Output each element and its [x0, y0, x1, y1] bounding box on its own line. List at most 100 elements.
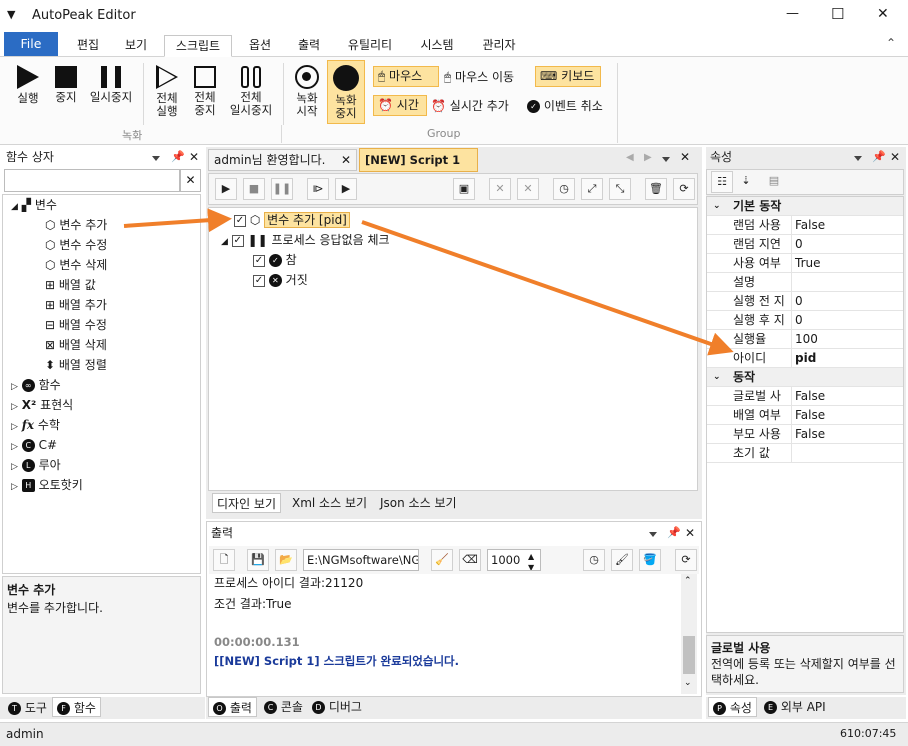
output-clock-button[interactable]: ◷: [583, 549, 605, 571]
editor-remove-button[interactable]: ✕: [489, 178, 511, 200]
panel-close-icon[interactable]: ✕: [685, 523, 695, 543]
node-checkbox[interactable]: ✓: [253, 254, 265, 267]
property-value[interactable]: 100: [791, 330, 903, 349]
script-node-true[interactable]: ✓ ✓ 참: [253, 250, 297, 270]
category-action[interactable]: ⌄ 동작: [707, 368, 903, 387]
tree-node-math[interactable]: ▷ fx 수학: [11, 415, 60, 435]
tree-node-autohotkey[interactable]: ▷ H 오토핫키: [11, 475, 83, 495]
time-toggle-button[interactable]: ⏰ 시간: [373, 95, 427, 116]
mouse-toggle-button[interactable]: 🖱 마우스: [373, 66, 439, 87]
tab-console[interactable]: C 콘솔: [260, 697, 307, 717]
output-limit-stepper[interactable]: 1000 ▲ ▼: [487, 549, 541, 571]
property-row[interactable]: 실행 전 지 0: [707, 292, 903, 311]
tree-item-array-delete[interactable]: ⊠ 배열 삭제: [45, 335, 107, 355]
tree-item-array-add[interactable]: ⊞ 배열 추가: [45, 295, 107, 315]
property-value[interactable]: 0: [791, 235, 903, 254]
output-scrollbar[interactable]: ⌃ ⌄: [681, 574, 697, 694]
doc-tab-script1[interactable]: [NEW] Script 1: [359, 148, 478, 172]
editor-collapse-button[interactable]: ⤡: [609, 178, 631, 200]
tab-xml-view[interactable]: Xml 소스 보기: [288, 493, 371, 513]
node-checkbox[interactable]: ✓: [234, 214, 246, 227]
scroll-right-icon[interactable]: ▶: [644, 152, 652, 163]
property-row[interactable]: 아이디 pid: [707, 349, 903, 368]
mouse-move-button[interactable]: 🖱 마우스 이동: [444, 68, 514, 87]
property-value[interactable]: False: [791, 425, 903, 444]
event-cancel-button[interactable]: ✓ 이벤트 취소: [527, 97, 603, 116]
script-node-false[interactable]: ✓ ✕ 거짓: [253, 270, 308, 290]
tree-item-array-value[interactable]: ⊞ 배열 값: [45, 275, 96, 295]
editor-expand-button[interactable]: ⤢: [581, 178, 603, 200]
editor-run-from-button[interactable]: ▶: [335, 178, 357, 200]
property-row[interactable]: 실행 후 지 0: [707, 311, 903, 330]
tree-node-variable[interactable]: ◢ ▞ 변수: [11, 195, 57, 215]
script-node-var-add[interactable]: ✓ ⬡ 변수 추가 [pid]: [234, 210, 350, 230]
search-clear-button[interactable]: ✕: [180, 169, 201, 192]
editor-clear-button[interactable]: ✕: [517, 178, 539, 200]
collapse-ribbon-icon[interactable]: ⌃: [886, 36, 896, 50]
property-row[interactable]: 실행율 100: [707, 330, 903, 349]
record-stop-button[interactable]: 녹화 중지: [327, 60, 365, 124]
dropdown-icon[interactable]: [152, 147, 160, 167]
pause-button[interactable]: 일시중지: [84, 65, 138, 104]
property-value[interactable]: True: [791, 254, 903, 273]
dropdown-icon[interactable]: [854, 147, 862, 167]
doc-list-icon[interactable]: [662, 151, 670, 165]
tab-script[interactable]: 스크립트: [164, 35, 232, 57]
tab-output[interactable]: 출력: [287, 35, 331, 57]
property-value[interactable]: False: [791, 406, 903, 425]
property-row[interactable]: 랜덤 사용 False: [707, 216, 903, 235]
system-menu-icon[interactable]: ▼: [7, 8, 15, 21]
tab-view[interactable]: 보기: [114, 35, 158, 57]
panel-close-icon[interactable]: ✕: [189, 147, 199, 167]
node-checkbox[interactable]: ✓: [231, 234, 244, 247]
scroll-thumb[interactable]: [683, 636, 695, 674]
output-erase-button[interactable]: ⌫: [459, 549, 481, 571]
scroll-up-icon[interactable]: ⌃: [684, 576, 692, 586]
tab-close-icon[interactable]: ✕: [341, 150, 351, 170]
tree-item-var-edit[interactable]: ⬡ 변수 수정: [45, 235, 107, 255]
tree-node-expression[interactable]: ▷ X² 표현식: [11, 395, 73, 415]
pause-all-button[interactable]: 전체 일시중지: [224, 65, 278, 117]
output-new-button[interactable]: 🗋: [213, 549, 235, 571]
property-pages-icon[interactable]: ▤: [763, 171, 785, 193]
property-row[interactable]: 부모 사용 False: [707, 425, 903, 444]
property-value[interactable]: 0: [791, 292, 903, 311]
run-all-button[interactable]: 전체 실행: [148, 65, 186, 118]
realtime-add-button[interactable]: ⏰ 실시간 추가: [431, 97, 509, 116]
pin-icon[interactable]: 📌: [171, 147, 185, 167]
tab-system[interactable]: 시스템: [410, 35, 464, 57]
run-button[interactable]: 실행: [8, 65, 48, 105]
property-value[interactable]: False: [791, 387, 903, 406]
dropdown-icon[interactable]: [649, 523, 657, 543]
editor-timer-button[interactable]: ◷: [553, 178, 575, 200]
property-row[interactable]: 배열 여부 False: [707, 406, 903, 425]
property-row[interactable]: 초기 값: [707, 444, 903, 463]
property-row[interactable]: 랜덤 지연 0: [707, 235, 903, 254]
tab-output-log[interactable]: O 출력: [208, 697, 257, 717]
tab-debug[interactable]: D 디버그: [308, 697, 366, 717]
property-row[interactable]: 사용 여부 True: [707, 254, 903, 273]
editor-delete-button[interactable]: 🗑: [645, 178, 667, 200]
tab-json-view[interactable]: Json 소스 보기: [376, 493, 461, 513]
category-basic[interactable]: ⌄ 기본 동작: [707, 197, 903, 216]
tab-design-view[interactable]: 디자인 보기: [212, 493, 282, 513]
property-value[interactable]: 0: [791, 311, 903, 330]
editor-stop-button[interactable]: ■: [243, 178, 265, 200]
pin-icon[interactable]: 📌: [667, 523, 681, 543]
tree-node-lua[interactable]: ▷ L 루아: [11, 455, 61, 475]
output-clean-button[interactable]: 🧹: [431, 549, 453, 571]
stepper-down-icon[interactable]: ▼: [528, 558, 534, 570]
tree-item-var-add[interactable]: ⬡ 변수 추가: [45, 215, 107, 235]
tree-node-csharp[interactable]: ▷ C C#: [11, 435, 57, 455]
scroll-left-icon[interactable]: ◀: [626, 152, 634, 163]
close-button[interactable]: ✕: [877, 6, 889, 22]
property-value[interactable]: False: [791, 216, 903, 235]
alphabetical-sort-icon[interactable]: ⇣: [735, 171, 757, 193]
script-node-process-check[interactable]: ◢ ✓ ❚❚ 프로세스 응답없음 체크: [221, 230, 390, 250]
stop-button[interactable]: 중지: [46, 65, 86, 104]
tab-edit[interactable]: 편집: [66, 35, 110, 57]
minimize-button[interactable]: —: [786, 6, 799, 21]
output-fill-button[interactable]: 🪣: [639, 549, 661, 571]
keyboard-toggle-button[interactable]: ⌨ 키보드: [535, 66, 601, 87]
tree-item-array-edit[interactable]: ⊟ 배열 수정: [45, 315, 107, 335]
